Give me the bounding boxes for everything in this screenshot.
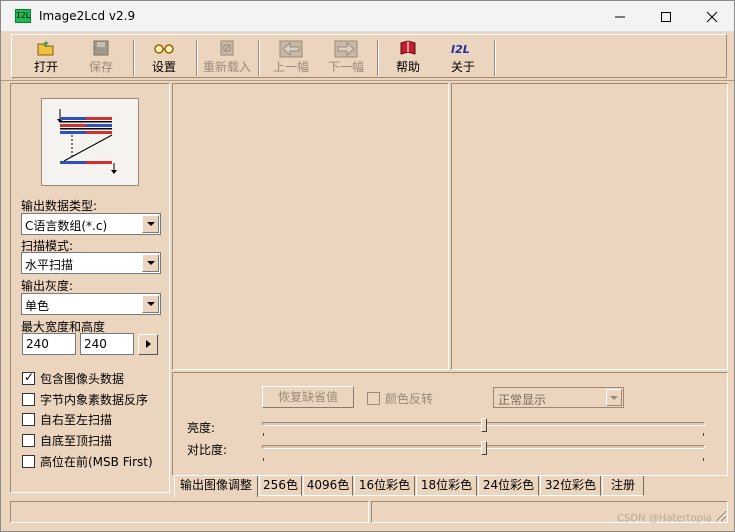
next-image-button[interactable]: 下一幅 [316,38,376,78]
toolbar-separator [494,40,496,76]
tab-256-color[interactable]: 256色 [259,476,302,496]
help-button[interactable]: 帮助 [378,38,438,78]
app-logo-icon: I2L [15,9,31,23]
maximize-icon [661,11,671,22]
slider-tick [263,458,264,461]
chevron-down-icon[interactable] [606,389,622,406]
checkbox-reverse-bits[interactable]: 字节内象素数据反序 [22,391,148,407]
save-button[interactable]: 保存 [71,38,131,78]
help-book-icon [378,40,438,60]
arrow-left-icon [261,40,321,60]
scan-direction-diagram-icon [57,109,117,174]
checkbox-box[interactable] [22,454,35,468]
checkbox-box[interactable] [22,433,35,447]
reload-icon [197,40,257,60]
display-mode-select[interactable]: 正常显示 [493,387,624,408]
checkbox-include-header[interactable]: 包含图像头数据 [22,370,124,386]
checkbox-right-to-left[interactable]: 自右至左扫描 [22,411,112,427]
contrast-slider-thumb[interactable] [480,441,487,455]
gray-level-select[interactable]: 单色 [21,293,161,315]
output-type-label: 输出数据类型: [21,199,98,213]
toolbar-frame: 打开 保存 设置 重新载入 上一幅 下一幅 帮助 I2L 关于 [11,34,727,78]
scan-mode-preview [41,98,139,186]
checkbox-box[interactable] [367,391,380,405]
open-folder-icon [16,40,76,60]
watermark-text: CSDN @Hatertopia [617,513,712,524]
contrast-label: 对比度: [187,443,228,457]
checkbox-invert-color[interactable]: 颜色反转 [367,390,433,406]
checkbox-msb-first[interactable]: 高位在前(MSB First) [22,453,153,469]
chevron-down-icon[interactable] [142,254,159,272]
arrow-right-icon [316,40,376,60]
max-width-input[interactable]: 240 [22,333,76,355]
checkbox-box[interactable] [22,370,35,385]
settings-button[interactable]: 设置 [134,38,194,78]
tab-16bit-color[interactable]: 16位彩色 [354,476,415,496]
reload-button[interactable]: 重新载入 [197,38,257,78]
prev-image-button[interactable]: 上一幅 [261,38,321,78]
app-window: I2L Image2Lcd v2.9 打开 保存 设置 重新载入 上一幅 下一幅… [0,0,735,532]
tab-24bit-color[interactable]: 24位彩色 [478,476,539,496]
chevron-down-icon[interactable] [142,215,159,233]
glasses-icon [134,40,194,60]
brightness-label: 亮度: [187,421,216,435]
save-disk-icon [71,40,131,60]
toolbar: 打开 保存 设置 重新载入 上一幅 下一幅 帮助 I2L 关于 [1,32,734,81]
output-image-panel [451,83,728,370]
status-cell-left [10,501,369,523]
gray-level-label: 输出灰度: [21,279,74,293]
checkbox-box[interactable] [22,412,35,426]
slider-tick [703,433,704,436]
slider-tick [263,433,264,436]
checkbox-box[interactable] [22,392,35,406]
slider-tick [703,458,704,461]
tab-register[interactable]: 注册 [602,476,644,496]
window-title: Image2Lcd v2.9 [39,9,136,23]
tab-18bit-color[interactable]: 18位彩色 [416,476,477,496]
title-bar[interactable]: I2L Image2Lcd v2.9 [1,1,734,32]
apply-size-button[interactable] [138,334,158,355]
resize-grip-icon[interactable] [711,506,727,522]
svg-text:I2L: I2L [451,43,470,56]
tab-4096-color[interactable]: 4096色 [303,476,353,496]
toolbar-separator [258,40,260,76]
about-logo-icon: I2L [433,40,493,60]
maximize-button[interactable] [643,1,689,32]
max-height-input[interactable]: 240 [80,333,134,355]
chevron-down-icon[interactable] [142,295,159,313]
open-button[interactable]: 打开 [16,38,76,78]
close-button[interactable] [689,1,735,32]
checkbox-bottom-to-top[interactable]: 自底至顶扫描 [22,432,112,448]
brightness-slider-thumb[interactable] [480,418,487,432]
output-type-select[interactable]: C语言数组(*.c) [21,213,161,235]
tab-output-adjust[interactable]: 输出图像调整 [174,476,258,497]
about-button[interactable]: I2L 关于 [433,38,493,78]
close-icon [706,11,718,22]
minimize-icon [615,16,625,17]
scan-mode-select[interactable]: 水平扫描 [21,252,161,274]
minimize-button[interactable] [597,1,643,32]
tab-32bit-color[interactable]: 32位彩色 [540,476,601,496]
restore-defaults-button[interactable]: 恢复缺省值 [262,386,354,408]
source-image-panel [172,83,449,370]
